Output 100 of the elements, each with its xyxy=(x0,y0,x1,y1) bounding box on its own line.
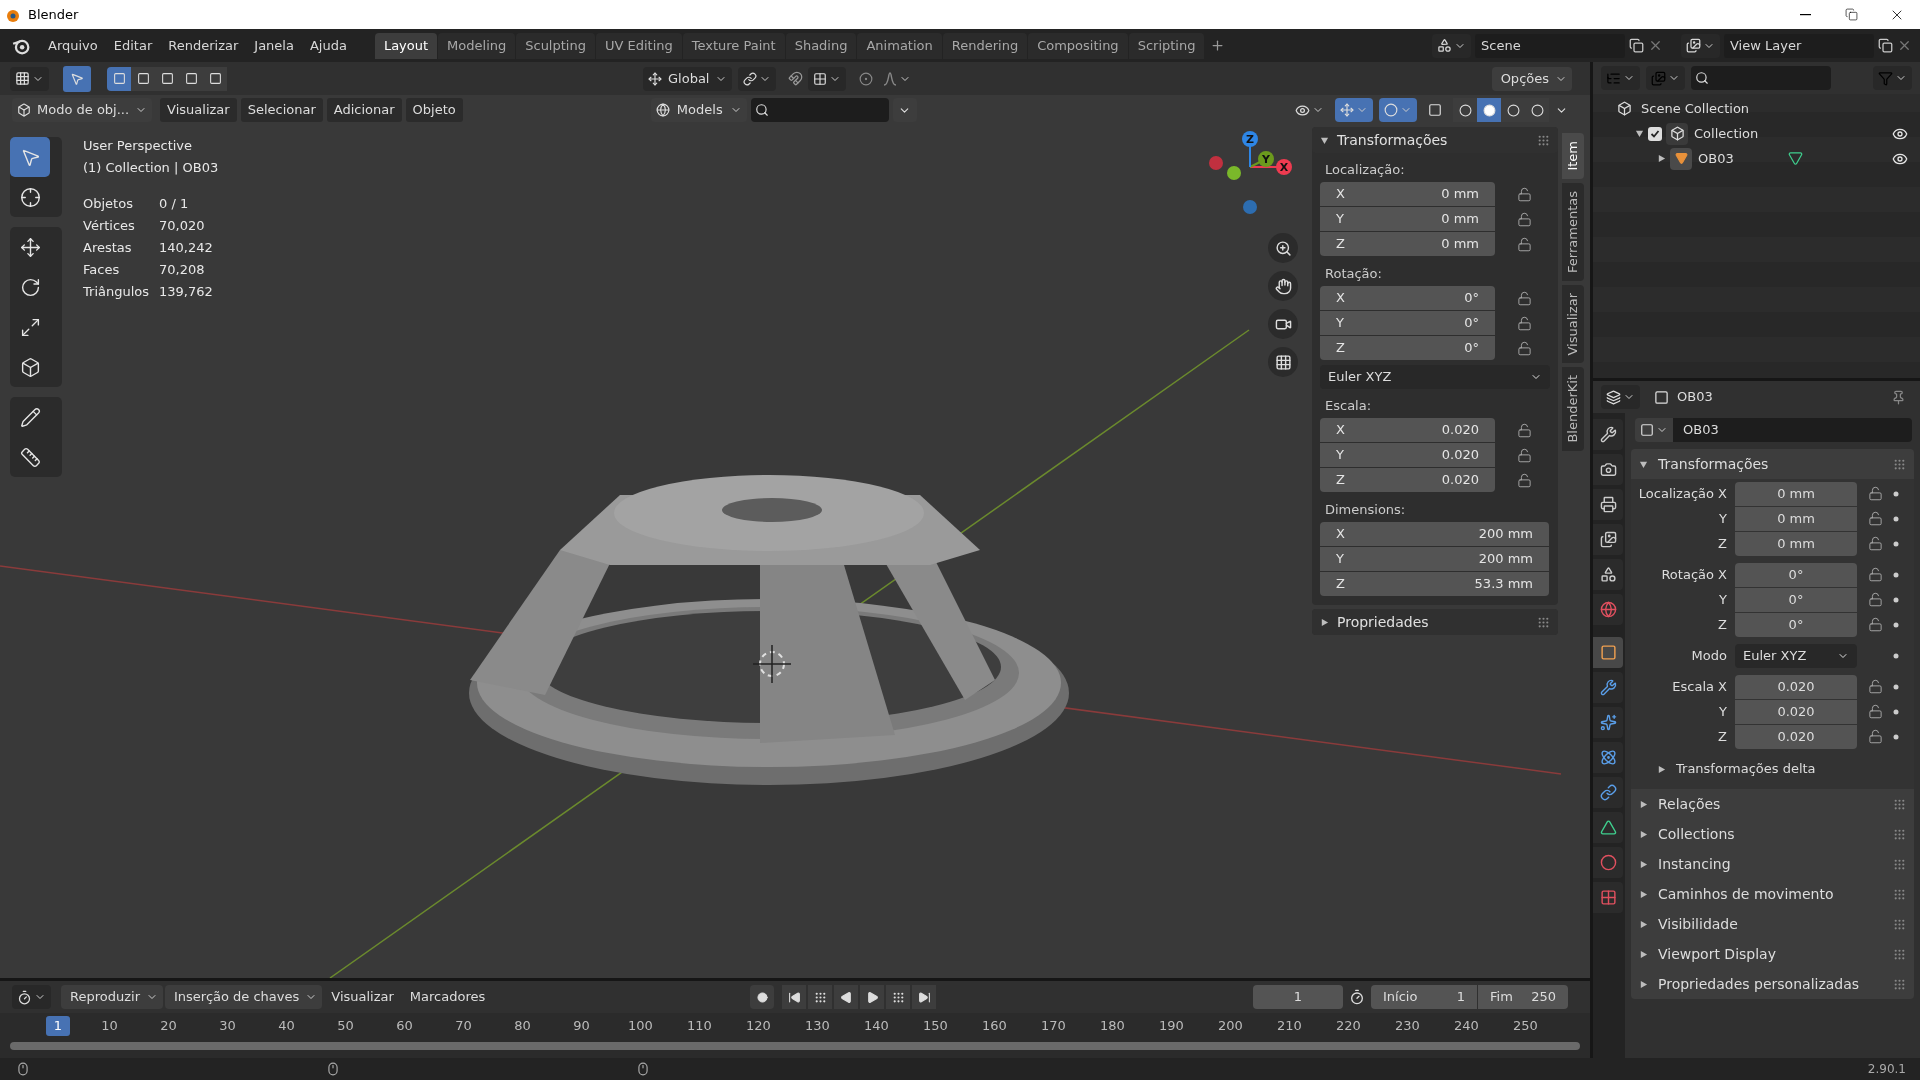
duplicate-icon[interactable] xyxy=(1878,38,1893,53)
pivot-dropdown[interactable] xyxy=(738,66,777,91)
unlock-icon[interactable] xyxy=(1517,472,1532,488)
panel-title[interactable]: Caminhos de movimento xyxy=(1658,883,1834,905)
panel-title[interactable]: Propriedades personalizadas xyxy=(1658,973,1860,995)
snap-target-dropdown[interactable] xyxy=(808,66,847,91)
view-layer-field[interactable]: View Layer xyxy=(1724,33,1874,58)
keyframe-dot-icon[interactable] xyxy=(1893,683,1899,690)
drag-handle-icon[interactable] xyxy=(1893,917,1906,931)
shading-button[interactable] xyxy=(1477,98,1501,122)
number-field[interactable]: 0° xyxy=(1735,562,1857,587)
properties-tab[interactable] xyxy=(1593,559,1623,590)
scene-browse-button[interactable] xyxy=(1432,33,1471,58)
unlock-icon[interactable] xyxy=(1517,236,1532,252)
filter-button[interactable] xyxy=(892,98,917,122)
collapsed-triangle-icon[interactable] xyxy=(1639,979,1648,989)
drag-handle-icon[interactable] xyxy=(1537,615,1550,629)
current-frame-field[interactable]: 1 xyxy=(1253,985,1343,1009)
drag-handle-icon[interactable] xyxy=(1893,457,1906,471)
outliner-item[interactable]: Scene Collection xyxy=(1641,98,1750,119)
number-field[interactable]: 0° xyxy=(1735,612,1857,637)
playback-button[interactable] xyxy=(782,985,807,1009)
number-field[interactable]: X 200 mm xyxy=(1320,522,1549,546)
number-field[interactable]: 0 mm xyxy=(1735,531,1857,556)
menu-dropdown[interactable]: Inserção de chaves xyxy=(165,985,323,1009)
shading-button[interactable] xyxy=(1453,98,1477,122)
number-field[interactable]: 0.020 xyxy=(1735,724,1857,749)
expanded-triangle-icon[interactable] xyxy=(1635,129,1644,138)
keyframe-dot-icon[interactable] xyxy=(1893,733,1899,740)
sidebar-tab[interactable]: Ferramentas xyxy=(1562,182,1584,281)
view-layer-browse-button[interactable] xyxy=(1681,33,1720,58)
keyframe-dot-icon[interactable] xyxy=(1893,621,1899,628)
outliner-item[interactable]: Collection xyxy=(1694,123,1759,144)
rotation-mode-dropdown[interactable]: Euler XYZ xyxy=(1320,365,1550,389)
shading-button[interactable] xyxy=(1501,98,1525,122)
collapsed-triangle-icon[interactable] xyxy=(1639,859,1648,869)
select-tool-button[interactable] xyxy=(63,65,91,92)
start-frame-field[interactable]: Início 1 xyxy=(1371,985,1477,1009)
sidebar-tab[interactable]: BlenderKit xyxy=(1562,367,1584,451)
properties-tab[interactable] xyxy=(1593,489,1623,520)
navigation-button[interactable] xyxy=(1268,233,1298,263)
number-field[interactable]: X 0 mm xyxy=(1320,182,1495,206)
keyframe-dot-icon[interactable] xyxy=(1893,540,1899,547)
collapsed-triangle-icon[interactable] xyxy=(1657,764,1666,774)
unlock-icon[interactable] xyxy=(1517,340,1532,356)
unlock-icon[interactable] xyxy=(1517,315,1532,331)
number-field[interactable]: X 0° xyxy=(1320,286,1495,310)
drag-handle-icon[interactable] xyxy=(1893,797,1906,811)
number-field[interactable]: Z 0.020 xyxy=(1320,468,1495,492)
unlock-icon[interactable] xyxy=(1867,617,1883,632)
properties-tab[interactable] xyxy=(1593,419,1623,450)
properties-tab[interactable] xyxy=(1593,594,1623,625)
keyframe-dot-icon[interactable] xyxy=(1893,571,1899,578)
unlock-icon[interactable] xyxy=(1517,447,1532,463)
panel-title[interactable]: Propriedades xyxy=(1337,611,1429,633)
keyframe-dot-icon[interactable] xyxy=(1893,490,1899,497)
stopwatch-icon[interactable] xyxy=(1349,989,1365,1005)
navigation-button[interactable] xyxy=(1268,309,1298,339)
menu-item[interactable]: Renderizar xyxy=(160,32,247,59)
number-field[interactable]: 0 mm xyxy=(1735,481,1857,506)
navigation-gizmo-drawing[interactable] xyxy=(1209,131,1292,214)
properties-tab[interactable] xyxy=(1593,524,1623,555)
collapsed-triangle-icon[interactable] xyxy=(1639,829,1648,839)
rotation-mode-dropdown[interactable]: Euler XYZ xyxy=(1735,643,1857,668)
expanded-triangle-icon[interactable] xyxy=(1320,135,1329,145)
drag-handle-icon[interactable] xyxy=(1893,947,1906,961)
properties-tab[interactable] xyxy=(1593,812,1623,843)
number-field[interactable]: X 0.020 xyxy=(1320,418,1495,442)
name-field[interactable]: OB03 xyxy=(1673,418,1912,442)
close-icon[interactable] xyxy=(1648,38,1663,53)
record-button[interactable] xyxy=(750,985,775,1009)
navigation-button[interactable] xyxy=(1268,271,1298,301)
options-dropdown[interactable]: Opções xyxy=(1491,66,1572,91)
expanded-triangle-icon[interactable] xyxy=(1639,459,1648,469)
keyframe-dot-icon[interactable] xyxy=(1893,652,1899,659)
panel-title[interactable]: Transformações xyxy=(1337,129,1448,151)
drag-handle-icon[interactable] xyxy=(1893,977,1906,991)
workspace-tab[interactable]: Shading xyxy=(785,32,857,59)
keyframe-dot-icon[interactable] xyxy=(1893,596,1899,603)
unlock-icon[interactable] xyxy=(1517,211,1532,227)
number-field[interactable]: 0.020 xyxy=(1735,699,1857,724)
panel-title[interactable]: Visibilidade xyxy=(1658,913,1738,935)
sidebar-tab[interactable]: Item xyxy=(1562,133,1584,179)
unlock-icon[interactable] xyxy=(1867,729,1883,744)
checkbox[interactable] xyxy=(1648,126,1662,141)
menu-item[interactable]: Arquivo xyxy=(40,32,106,59)
duplicate-icon[interactable] xyxy=(1629,38,1644,53)
keyframe-dot-icon[interactable] xyxy=(1893,515,1899,522)
menu-item[interactable]: Editar xyxy=(105,32,161,59)
properties-tab[interactable] xyxy=(1593,672,1623,703)
search-field[interactable] xyxy=(1691,66,1831,90)
search-field[interactable] xyxy=(750,98,889,122)
collapsed-triangle-icon[interactable] xyxy=(1639,919,1648,929)
menu-item[interactable]: Janela xyxy=(246,32,302,59)
gizmo-dropdown[interactable] xyxy=(1335,98,1373,122)
workspace-tab[interactable]: Animation xyxy=(857,32,942,59)
end-frame-field[interactable]: Fim 250 xyxy=(1478,985,1568,1009)
navigation-button[interactable] xyxy=(1268,347,1298,377)
unlock-icon[interactable] xyxy=(1867,679,1883,694)
properties-tab[interactable] xyxy=(1593,454,1623,485)
